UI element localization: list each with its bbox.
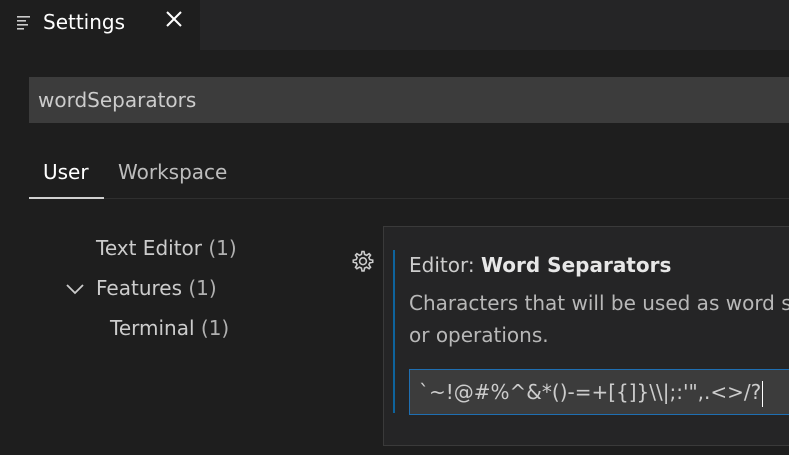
toc-count: (1) — [208, 236, 237, 260]
chevron-down-icon[interactable] — [64, 278, 86, 300]
text-caret — [762, 380, 764, 407]
active-tab-indicator — [29, 197, 104, 199]
setting-category: Editor: — [409, 253, 481, 277]
word-separators-input[interactable]: `~!@#%^&*()-=+[{]}\\|;:'",.<>/? — [409, 369, 789, 415]
description-line-1: Characters that will be used as word s — [409, 291, 789, 315]
setting-name: Word Separators — [480, 253, 672, 277]
toc-item-text-editor[interactable]: Text Editor (1) — [96, 234, 237, 262]
toc-item-features[interactable]: Features (1) — [96, 274, 217, 302]
tab-title: Settings — [43, 10, 126, 34]
setting-description: Characters that will be used as word s o… — [409, 287, 789, 351]
tab-divider — [104, 198, 789, 199]
gear-icon[interactable] — [349, 247, 377, 275]
settings-editor: Settings User Workspace Text Editor (1) … — [0, 0, 789, 455]
focus-indicator — [393, 250, 395, 413]
tab-workspace[interactable]: Workspace — [118, 157, 227, 187]
setting-title: Editor: Word Separators — [409, 252, 671, 278]
toc-count: (1) — [188, 276, 217, 300]
toc-label: Text Editor — [96, 236, 202, 260]
tab-user[interactable]: User — [43, 157, 89, 187]
settings-list-icon — [17, 16, 30, 30]
toc-label: Features — [96, 276, 182, 300]
tab-bar: Settings — [0, 0, 789, 50]
tab-settings[interactable]: Settings — [0, 0, 200, 50]
toc-item-terminal[interactable]: Terminal (1) — [110, 314, 229, 342]
toc-label: Terminal — [110, 316, 195, 340]
toc-count: (1) — [200, 316, 230, 340]
input-value: `~!@#%^&*()-=+[{]}\\|;:'",.<>/? — [419, 380, 762, 404]
description-line-2: or operations. — [409, 323, 549, 347]
close-icon[interactable] — [164, 9, 184, 29]
settings-search-input[interactable] — [29, 77, 789, 123]
